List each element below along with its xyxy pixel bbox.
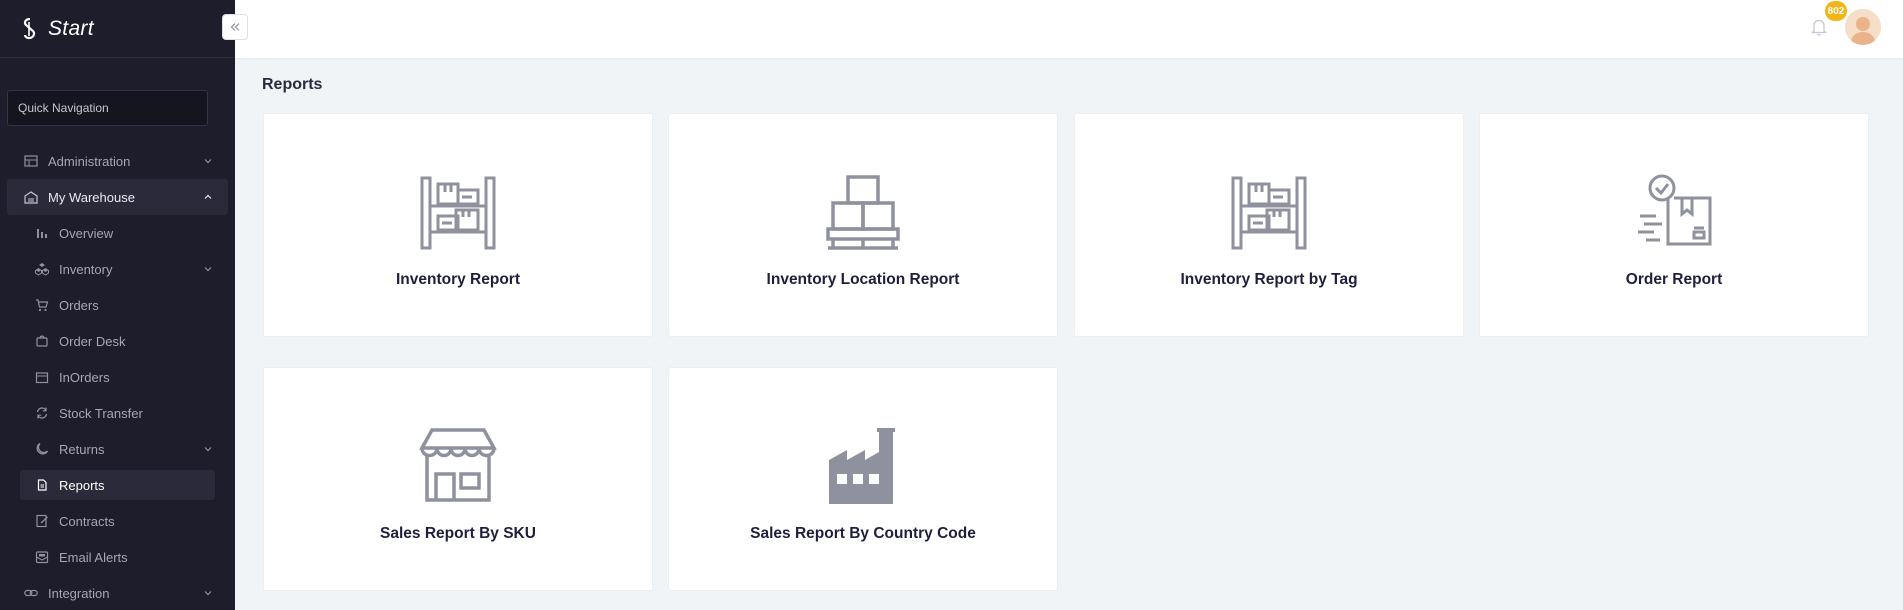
sidebar-item-label: Contracts — [59, 513, 115, 529]
chevron-down-icon — [204, 591, 212, 596]
brand[interactable]: Start — [0, 0, 235, 58]
table-icon — [24, 154, 38, 168]
report-card-sales-report-by-sku[interactable]: Sales Report By SKU — [263, 367, 653, 591]
sidebar-item-label: Email Alerts — [59, 549, 128, 565]
sidebar-item-stock-transfer[interactable]: Stock Transfer — [0, 395, 235, 431]
bell-icon[interactable] — [1810, 17, 1828, 37]
report-card-inventory-report[interactable]: Inventory Report — [263, 113, 653, 337]
document-icon — [35, 478, 49, 492]
sidebar-item-label: Inventory — [59, 261, 113, 277]
sidebar-item-order-desk[interactable]: Order Desk — [0, 323, 235, 359]
box-icon — [35, 370, 49, 384]
chevron-down-icon — [204, 267, 212, 272]
sidebar-item-contracts[interactable]: Contracts — [0, 503, 235, 539]
inventory-shelf-icon — [420, 176, 496, 250]
pallet-boxes-icon — [826, 175, 900, 250]
chevron-down-icon — [204, 159, 212, 164]
brand-title: Start — [48, 16, 94, 40]
sidebar-item-overview[interactable]: Overview — [0, 215, 235, 251]
sidebar-item-label: Integration — [48, 585, 110, 601]
sidebar: Start Administration My Warehouse Overvi… — [0, 0, 235, 610]
mail-alert-icon — [35, 550, 49, 564]
factory-icon — [829, 428, 895, 504]
report-card-label: Sales Report By SKU — [380, 525, 536, 542]
link-icon — [24, 586, 38, 600]
sidebar-item-label: My Warehouse — [48, 189, 135, 205]
report-card-label: Order Report — [1625, 271, 1723, 288]
order-package-icon — [1638, 174, 1712, 246]
warehouse-icon — [24, 190, 38, 204]
report-card-label: Inventory Report — [395, 271, 520, 288]
user-avatar-icon — [1845, 9, 1881, 45]
sidebar-nav: Administration My Warehouse Overview Inv… — [0, 143, 235, 610]
sidebar-item-label: InOrders — [59, 369, 110, 385]
quick-navigation-input[interactable] — [7, 90, 208, 126]
sidebar-item-integration[interactable]: Integration — [0, 575, 235, 610]
sidebar-item-returns[interactable]: Returns — [0, 431, 235, 467]
brand-logo-icon — [23, 17, 36, 39]
sidebar-item-reports[interactable]: Reports — [20, 470, 215, 500]
sidebar-item-inventory[interactable]: Inventory — [0, 251, 235, 287]
inventory-tag-shelf-icon — [1231, 176, 1307, 250]
user-avatar[interactable] — [1845, 9, 1881, 45]
store-front-icon — [419, 428, 497, 502]
sidebar-item-inorders[interactable]: InOrders — [0, 359, 235, 395]
report-card-label: Inventory Report by Tag — [1180, 271, 1358, 288]
cart-icon — [35, 298, 49, 312]
notification-badge: 802 — [1825, 1, 1847, 21]
double-chevron-left-icon — [230, 23, 240, 31]
sidebar-item-label: Returns — [59, 441, 105, 457]
report-card-label: Inventory Location Report — [766, 271, 960, 288]
desk-bag-icon — [35, 334, 49, 348]
report-card-sales-report-by-country-code[interactable]: Sales Report By Country Code — [668, 367, 1058, 591]
collapse-sidebar-button[interactable] — [222, 14, 248, 40]
sidebar-item-label: Administration — [48, 153, 131, 169]
refresh-icon — [35, 406, 49, 420]
sidebar-item-administration[interactable]: Administration — [0, 143, 235, 179]
sidebar-item-label: Reports — [59, 477, 105, 493]
page-title: Reports — [262, 76, 323, 93]
chevron-down-icon — [204, 447, 212, 452]
contract-icon — [35, 514, 49, 528]
sidebar-item-label: Orders — [59, 297, 99, 313]
sidebar-item-orders[interactable]: Orders — [0, 287, 235, 323]
report-card-inventory-location-report[interactable]: Inventory Location Report — [668, 113, 1058, 337]
chevron-up-icon — [204, 194, 212, 199]
sidebar-item-label: Overview — [59, 225, 114, 241]
report-card-order-report[interactable]: Order Report — [1479, 113, 1869, 337]
moon-icon — [35, 442, 49, 456]
sidebar-item-label: Stock Transfer — [59, 405, 143, 421]
sidebar-item-email-alerts[interactable]: Email Alerts — [0, 539, 235, 575]
sidebar-item-label: Order Desk — [59, 333, 126, 349]
sidebar-item-my-warehouse[interactable]: My Warehouse — [7, 179, 228, 215]
report-card-label: Sales Report By Country Code — [750, 525, 976, 542]
boxes-icon — [35, 262, 49, 276]
bar-chart-icon — [35, 226, 49, 240]
top-bar — [235, 0, 1903, 58]
report-card-inventory-report-by-tag[interactable]: Inventory Report by Tag — [1074, 113, 1464, 337]
